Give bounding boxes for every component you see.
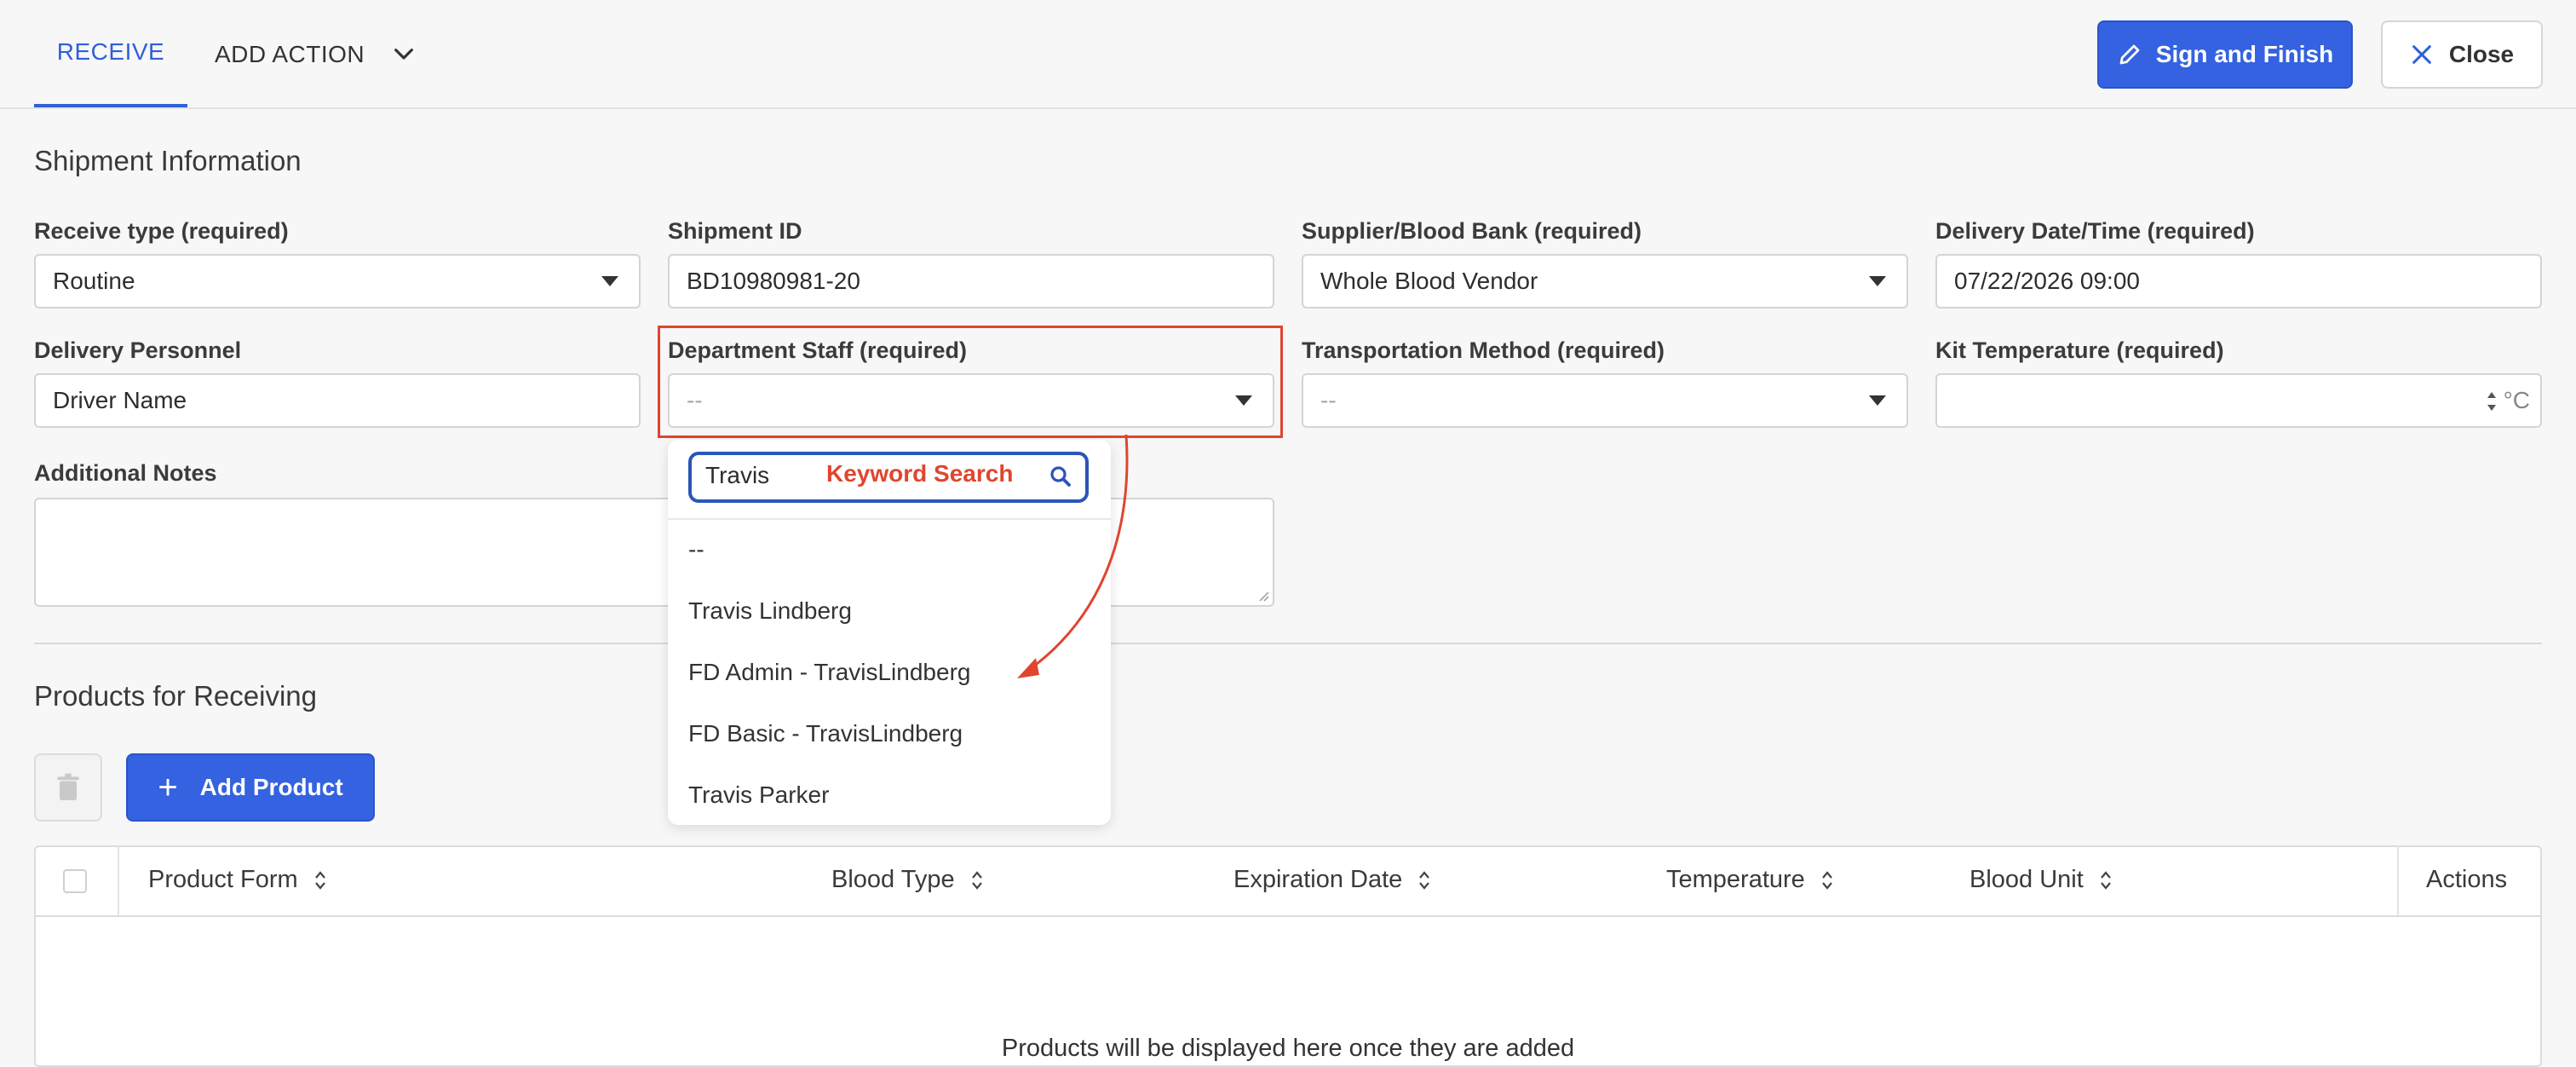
delivery-datetime-label: Delivery Date/Time (required): [1935, 218, 2255, 244]
dropdown-option[interactable]: Travis Parker: [688, 774, 1089, 816]
tab-add-action[interactable]: ADD ACTION: [215, 34, 417, 75]
column-label: Product Form: [148, 866, 298, 893]
sort-icon: [1821, 870, 1832, 890]
spinner-icon[interactable]: [2486, 389, 2498, 414]
sign-and-finish-button[interactable]: Sign and Finish: [2097, 20, 2353, 89]
delivery-personnel-label: Delivery Personnel: [34, 337, 242, 363]
kit-temperature-label: Kit Temperature (required): [1935, 337, 2224, 363]
celsius-unit: °C: [2503, 387, 2530, 413]
receive-type-label: Receive type (required): [34, 218, 289, 244]
caret-down-icon: [601, 276, 618, 286]
delete-button[interactable]: [34, 753, 102, 822]
supplier-value: Whole Blood Vendor: [1320, 268, 1538, 294]
receive-type-select[interactable]: Routine: [34, 254, 641, 309]
highlight-annotation-box: [658, 326, 1283, 438]
plus-icon: +: [158, 769, 178, 806]
resize-handle-icon[interactable]: [1256, 588, 1269, 602]
transportation-method-value: --: [1320, 387, 1337, 413]
add-product-label: Add Product: [199, 774, 343, 800]
shipment-id-value: BD10980981-20: [687, 268, 860, 294]
supplier-label: Supplier/Blood Bank (required): [1302, 218, 1642, 244]
delivery-personnel-value: Driver Name: [53, 387, 187, 413]
column-header-product-form[interactable]: Product Form: [148, 866, 327, 894]
sort-icon: [1419, 870, 1430, 890]
receive-type-value: Routine: [53, 268, 135, 294]
keyword-search-annotation: Keyword Search: [826, 460, 1014, 487]
column-label: Blood Unit: [1969, 866, 2084, 893]
column-header-blood-unit[interactable]: Blood Unit: [1969, 866, 2113, 894]
select-all-checkbox[interactable]: [63, 869, 87, 893]
shipment-section-title: Shipment Information: [34, 145, 302, 176]
add-product-button[interactable]: + Add Product: [126, 753, 375, 822]
kit-temperature-input[interactable]: °C: [1935, 373, 2542, 428]
shipment-id-label: Shipment ID: [668, 218, 802, 244]
dropdown-option[interactable]: FD Basic - TravisLindberg: [688, 712, 1089, 755]
products-section-title: Products for Receiving: [34, 680, 317, 712]
sort-icon: [314, 870, 325, 890]
annotation-arrow: [1017, 435, 1129, 678]
column-label: Actions: [2426, 866, 2508, 893]
delivery-personnel-input[interactable]: Driver Name: [34, 373, 641, 428]
caret-down-icon: [1869, 276, 1886, 286]
column-header-expiration-date[interactable]: Expiration Date: [1233, 866, 1431, 894]
close-button[interactable]: Close: [2381, 20, 2543, 89]
empty-table-message: Products will be displayed here once the…: [1001, 1035, 1575, 1062]
tab-add-action-label: ADD ACTION: [215, 41, 365, 67]
column-header-temperature[interactable]: Temperature: [1666, 866, 1834, 894]
close-label: Close: [2448, 41, 2515, 67]
dropdown-search-value: Travis: [705, 462, 770, 488]
sort-icon: [2100, 870, 2111, 890]
chevron-down-icon: [394, 49, 414, 60]
column-label: Temperature: [1666, 866, 1805, 893]
caret-down-icon: [1869, 395, 1886, 406]
sign-and-finish-label: Sign and Finish: [2155, 41, 2334, 67]
delivery-datetime-value: 07/22/2026 09:00: [1954, 268, 2140, 294]
pen-icon: [2119, 44, 2140, 65]
additional-notes-label: Additional Notes: [34, 460, 217, 486]
transportation-method-label: Transportation Method (required): [1302, 337, 1665, 363]
supplier-select[interactable]: Whole Blood Vendor: [1302, 254, 1908, 309]
shipment-id-input[interactable]: BD10980981-20: [668, 254, 1274, 309]
tab-receive[interactable]: RECEIVE: [34, 0, 187, 107]
column-header-actions: Actions: [2426, 866, 2507, 894]
delivery-datetime-input[interactable]: 07/22/2026 09:00: [1935, 254, 2542, 309]
close-icon: [2412, 45, 2431, 64]
transportation-method-select[interactable]: --: [1302, 373, 1908, 428]
column-label: Blood Type: [831, 866, 955, 893]
sort-icon: [971, 870, 982, 890]
section-divider: [34, 643, 2542, 644]
actions-column-divider: [2397, 845, 2399, 915]
trash-icon: [57, 773, 79, 800]
column-label: Expiration Date: [1233, 866, 1403, 893]
column-header-blood-type[interactable]: Blood Type: [831, 866, 984, 894]
